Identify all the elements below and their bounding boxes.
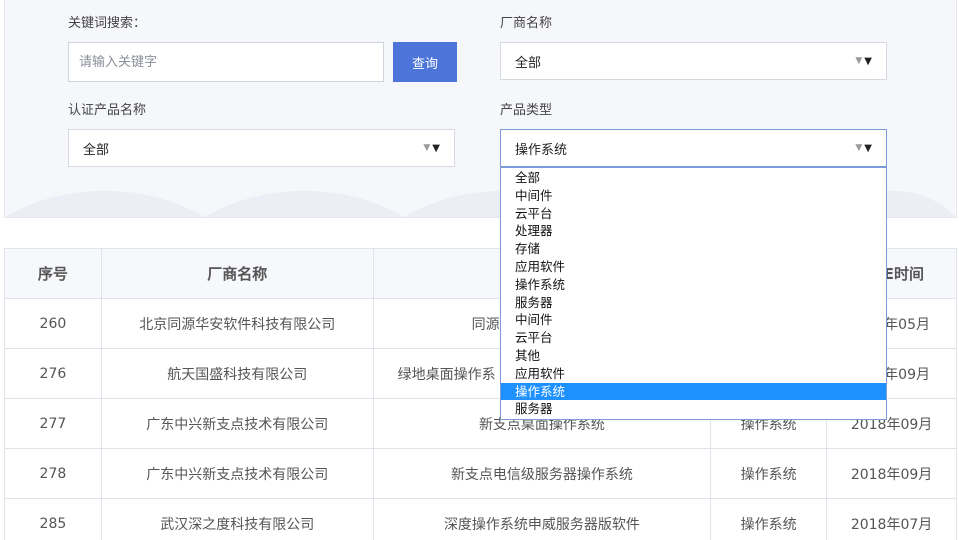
vendor-select-value: 全部 xyxy=(515,55,542,71)
dropdown-option[interactable]: 处理器 xyxy=(501,222,886,240)
cell-vendor: 武汉深之度科技有限公司 xyxy=(100,498,374,540)
cell-index: 278 xyxy=(4,448,102,499)
table-row: 285 武汉深之度科技有限公司 深度操作系统申威服务器版软件 操作系统 2018… xyxy=(4,498,957,540)
cell-product-type: 操作系统 xyxy=(710,448,828,499)
dropdown-option[interactable]: 应用软件 xyxy=(501,365,886,383)
cell-vendor: 广东中兴新支点技术有限公司 xyxy=(100,448,374,499)
cell-product-type: 操作系统 xyxy=(710,498,828,540)
cell-vendor: 航天国盛科技有限公司 xyxy=(100,348,374,399)
product-type-select[interactable]: 操作系统 ▼ ▼ xyxy=(500,129,887,167)
dropdown-option[interactable]: 服务器 xyxy=(501,294,886,312)
dropdown-option[interactable]: 云平台 xyxy=(501,329,886,347)
dropdown-option[interactable]: 应用软件 xyxy=(501,258,886,276)
keyword-search-input[interactable] xyxy=(68,42,384,82)
dropdown-option[interactable]: 云平台 xyxy=(501,205,886,223)
dropdown-option[interactable]: 其他 xyxy=(501,347,886,365)
cell-cert-time: 2018年07月 xyxy=(826,498,957,540)
cell-index: 260 xyxy=(4,298,102,349)
dropdown-option[interactable]: 中间件 xyxy=(501,311,886,329)
dropdown-arrow-icon: ▼ ▼ xyxy=(855,55,872,67)
product-name-label: 认证产品名称 xyxy=(68,103,147,118)
query-button[interactable]: 查询 xyxy=(393,42,457,82)
vendor-label: 厂商名称 xyxy=(500,16,553,31)
table-row: 278 广东中兴新支点技术有限公司 新支点电信级服务器操作系统 操作系统 201… xyxy=(4,448,957,499)
dropdown-option[interactable]: 中间件 xyxy=(501,187,886,205)
dropdown-option[interactable]: 服务器 xyxy=(501,400,886,418)
cell-index: 276 xyxy=(4,348,102,399)
product-name-select-value: 全部 xyxy=(83,142,110,158)
product-type-select-value: 操作系统 xyxy=(515,142,568,158)
product-type-label: 产品类型 xyxy=(500,103,553,118)
cell-index: 285 xyxy=(4,498,102,540)
keyword-label: 关键词搜索： xyxy=(68,16,147,31)
dropdown-option[interactable]: 存储 xyxy=(501,240,886,258)
dropdown-option[interactable]: 操作系统 xyxy=(501,276,886,294)
cell-product-name: 新支点电信级服务器操作系统 xyxy=(372,448,712,499)
vendor-select[interactable]: 全部 ▼ ▼ xyxy=(500,42,887,80)
dropdown-option-highlighted[interactable]: 操作系统 xyxy=(501,382,886,401)
dropdown-arrow-icon: ▼ ▼ xyxy=(423,142,440,154)
cell-product-name: 深度操作系统申威服务器版软件 xyxy=(372,498,712,540)
cell-index: 277 xyxy=(4,398,102,449)
column-header-index: 序号 xyxy=(4,248,102,299)
cell-vendor: 北京同源华安软件科技有限公司 xyxy=(100,298,374,349)
cell-cert-time: 2018年09月 xyxy=(826,448,957,499)
dropdown-option[interactable]: 全部 xyxy=(501,169,886,187)
product-name-select[interactable]: 全部 ▼ ▼ xyxy=(68,129,455,167)
column-header-vendor: 厂商名称 xyxy=(100,248,374,299)
dropdown-arrow-icon: ▼ ▼ xyxy=(855,142,872,154)
cell-vendor: 广东中兴新支点技术有限公司 xyxy=(100,398,374,449)
product-type-dropdown-list: 全部 中间件 云平台 处理器 存储 应用软件 操作系统 服务器 中间件 云平台 … xyxy=(500,167,887,420)
